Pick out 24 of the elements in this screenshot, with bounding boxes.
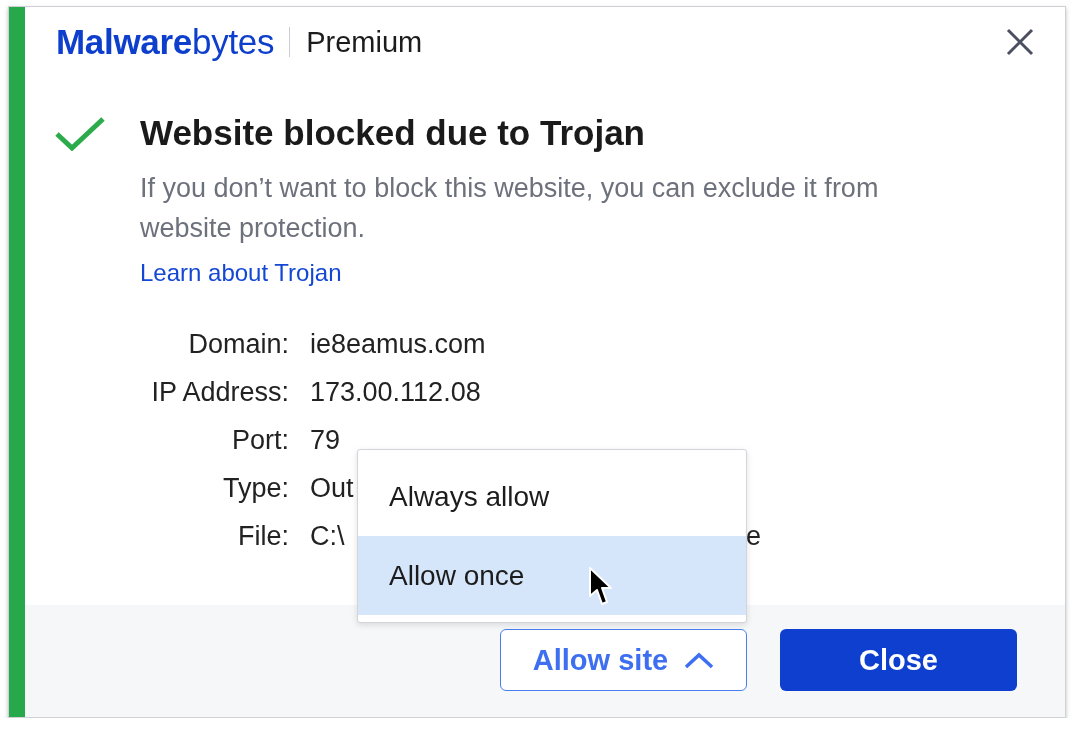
detail-label: Type: (222, 472, 289, 504)
detail-label: File: (238, 520, 289, 552)
chevron-icon (684, 651, 715, 669)
detail-value: C:\ (310, 520, 345, 552)
menu-item[interactable]: Allow once (358, 536, 746, 615)
detail-label: IP Address: (151, 376, 289, 408)
detail-label: Port: (231, 424, 289, 456)
close-button[interactable]: Close (780, 629, 1017, 691)
brand-logo: Malwarebytes (56, 22, 275, 62)
detail-value: 173.00.112.08 (310, 376, 481, 408)
pointer-icon (588, 566, 614, 608)
alert-description: If you don’t want to block this website, you can exclude it from website protection. (140, 172, 880, 245)
menu-item[interactable]: Always allow (358, 457, 746, 536)
detail-value: 79 (310, 424, 341, 456)
edition-label: Premium (306, 25, 423, 59)
allow-site-button[interactable]: Allow site (500, 629, 747, 691)
detail-label: Domain: (188, 328, 289, 360)
alert-title: Website blocked due to Trojan (140, 113, 645, 153)
learn-link[interactable]: Learn about Trojan (140, 257, 342, 289)
detail-value: Out (310, 472, 354, 504)
detail-value: ie8eamus.com (310, 328, 486, 360)
close-icon[interactable] (1006, 28, 1034, 56)
detail-value: e (745, 520, 761, 552)
check-icon (55, 117, 105, 151)
